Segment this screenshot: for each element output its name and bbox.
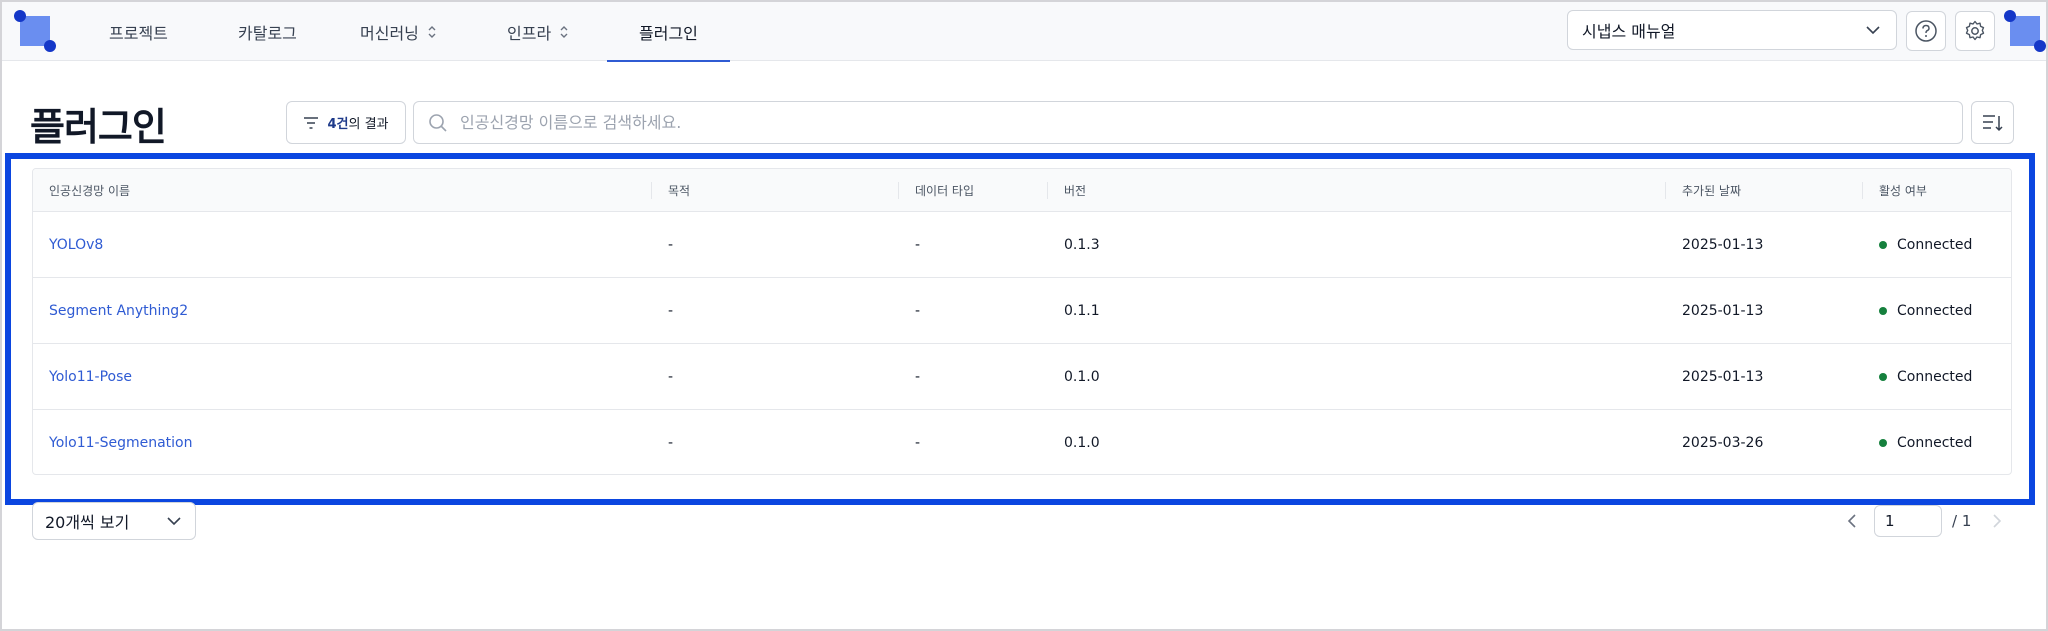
plugin-name-link[interactable]: Yolo11-Pose: [49, 344, 132, 410]
status-dot-icon: [1879, 373, 1887, 381]
data-type-cell: -: [915, 435, 921, 451]
settings-icon: [1965, 20, 1985, 41]
sort-descending-icon: [1982, 114, 2003, 131]
page-title: 플러그인: [30, 105, 167, 149]
help-button[interactable]: [1906, 11, 1946, 51]
app-logo[interactable]: [14, 10, 56, 52]
settings-button[interactable]: [1955, 11, 1995, 51]
status-label: Connected: [1897, 435, 1973, 451]
user-avatar[interactable]: [2004, 10, 2046, 52]
status-cell: Connected: [1879, 212, 1972, 278]
chevron-up-down-icon: [427, 25, 437, 39]
nav-item-label: 인프라: [507, 23, 552, 43]
table-row[interactable]: Yolo11-Segmenation - - 0.1.0 2025-03-26 …: [33, 410, 2011, 474]
column-divider: [651, 182, 652, 199]
main-nav: 프로젝트 카탈로그 머신러닝 인프라 플러그인: [82, 2, 730, 62]
nav-item-label: 카탈로그: [238, 23, 297, 43]
manual-select[interactable]: 시냅스 매뉴얼: [1567, 10, 1897, 50]
total-pages: / 1: [1952, 512, 1972, 530]
data-type-cell: -: [915, 369, 921, 385]
version-cell: 0.1.0: [1064, 369, 1100, 385]
purpose-cell: -: [668, 303, 674, 319]
page-size-value: 20개씩 보기: [45, 513, 130, 532]
date-cell: 2025-01-13: [1682, 237, 1764, 253]
status-cell: Connected: [1879, 278, 1972, 344]
status-dot-icon: [1879, 439, 1887, 447]
status-cell: Connected: [1879, 344, 1972, 410]
version-cell: 0.1.0: [1064, 435, 1100, 451]
chevron-right-icon: [1993, 514, 2002, 528]
status-label: Connected: [1897, 369, 1973, 385]
date-cell: 2025-01-13: [1682, 303, 1764, 319]
plugins-table: 인공신경망 이름 목적 데이터 타입 버전 추가된 날짜 활성 여부 YOLOv…: [32, 168, 2012, 475]
plugin-name-link[interactable]: YOLOv8: [49, 212, 103, 278]
nav-item-plugins[interactable]: 플러그인: [607, 2, 730, 62]
pagination: 1 / 1: [1840, 505, 2009, 537]
nav-item-catalog[interactable]: 카탈로그: [238, 2, 360, 61]
search-input[interactable]: [460, 113, 1860, 132]
chevron-up-down-icon: [559, 25, 569, 39]
page-size-select[interactable]: 20개씩 보기: [32, 502, 196, 540]
nav-item-infra[interactable]: 인프라: [507, 2, 607, 61]
table-header: 인공신경망 이름 목적 데이터 타입 버전 추가된 날짜 활성 여부: [33, 169, 2011, 212]
status-label: Connected: [1897, 237, 1973, 253]
nav-item-label: 플러그인: [639, 23, 698, 43]
column-header-status[interactable]: 활성 여부: [1879, 169, 1927, 212]
page-number-input[interactable]: 1: [1874, 505, 1942, 537]
column-header-data-type[interactable]: 데이터 타입: [915, 169, 974, 212]
date-cell: 2025-01-13: [1682, 369, 1764, 385]
status-dot-icon: [1879, 241, 1887, 249]
chevron-down-icon: [1866, 26, 1880, 35]
result-suffix: 의 결과: [348, 117, 389, 132]
result-count: 4건: [327, 117, 349, 132]
nav-item-machine-learning[interactable]: 머신러닝: [360, 2, 507, 61]
status-cell: Connected: [1879, 410, 1973, 474]
version-cell: 0.1.1: [1064, 303, 1100, 319]
chevron-down-icon: [167, 517, 181, 526]
table-row[interactable]: Yolo11-Pose - - 0.1.0 2025-01-13 Connect…: [33, 344, 2011, 410]
prev-page-button[interactable]: [1840, 505, 1864, 537]
purpose-cell: -: [668, 237, 674, 253]
plugin-name-link[interactable]: Yolo11-Segmenation: [49, 410, 193, 474]
table-row[interactable]: YOLOv8 - - 0.1.3 2025-01-13 Connected: [33, 212, 2011, 278]
date-cell: 2025-03-26: [1682, 435, 1764, 451]
search-icon: [429, 113, 447, 132]
nav-item-projects[interactable]: 프로젝트: [109, 2, 203, 61]
chevron-left-icon: [1847, 514, 1856, 528]
purpose-cell: -: [668, 369, 674, 385]
sort-button[interactable]: [1971, 101, 2014, 144]
column-divider: [1665, 182, 1666, 199]
version-cell: 0.1.3: [1064, 237, 1100, 253]
top-navigation-bar: 프로젝트 카탈로그 머신러닝 인프라 플러그인 시냅스 매뉴얼: [2, 2, 2046, 62]
manual-select-value: 시냅스 매뉴얼: [1582, 22, 1676, 41]
search-bar[interactable]: [413, 101, 1963, 144]
status-dot-icon: [1879, 307, 1887, 315]
column-divider: [1862, 182, 1863, 199]
column-divider: [898, 182, 899, 199]
column-header-purpose[interactable]: 목적: [668, 169, 690, 212]
status-label: Connected: [1897, 303, 1973, 319]
column-header-version[interactable]: 버전: [1064, 169, 1086, 212]
column-header-name[interactable]: 인공신경망 이름: [49, 169, 130, 212]
filter-icon: [304, 116, 319, 129]
plugin-name-link[interactable]: Segment Anything2: [49, 278, 188, 344]
data-type-cell: -: [915, 237, 921, 253]
column-header-date-added[interactable]: 추가된 날짜: [1682, 169, 1741, 212]
next-page-button[interactable]: [1985, 505, 2009, 537]
table-row[interactable]: Segment Anything2 - - 0.1.1 2025-01-13 C…: [33, 278, 2011, 344]
data-type-cell: -: [915, 303, 921, 319]
nav-item-label: 머신러닝: [360, 23, 419, 43]
purpose-cell: -: [668, 435, 674, 451]
nav-item-label: 프로젝트: [109, 23, 168, 43]
column-divider: [1047, 182, 1048, 199]
filter-result-button[interactable]: 4건 의 결과: [286, 101, 406, 144]
help-icon: [1915, 20, 1937, 42]
